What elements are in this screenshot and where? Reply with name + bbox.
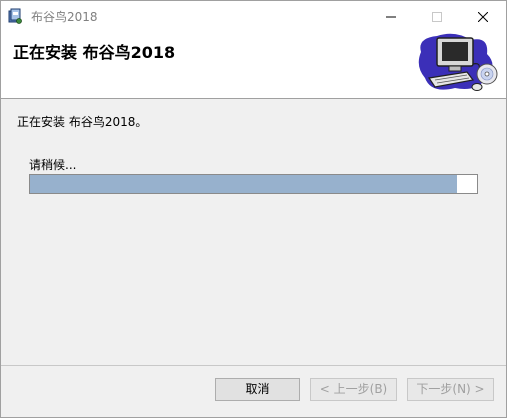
close-icon — [478, 11, 488, 22]
window-title: 布谷鸟2018 — [31, 10, 98, 24]
footer-divider — [1, 365, 506, 366]
computer-cd-icon — [418, 33, 498, 91]
install-progress-bar — [29, 174, 478, 194]
close-button[interactable] — [460, 1, 506, 32]
progress-fill — [30, 175, 457, 193]
wait-label: 请稍候... — [29, 158, 77, 172]
title-bar[interactable]: 布谷鸟2018 — [1, 1, 506, 32]
wizard-header: 正在安装 布谷鸟2018 — [1, 32, 506, 99]
minimize-button[interactable] — [368, 1, 414, 32]
maximize-icon — [432, 11, 442, 22]
minimize-icon — [386, 16, 396, 17]
installer-icon — [8, 8, 22, 24]
installer-window: 布谷鸟2018 正在安装 布谷鸟2018 正在安装 布谷鸟2018。 请稍候..… — [0, 0, 507, 418]
cancel-button[interactable]: 取消 — [215, 378, 300, 401]
status-text: 正在安装 布谷鸟2018。 — [17, 115, 148, 129]
maximize-button[interactable] — [414, 1, 460, 32]
next-button[interactable]: 下一步(N) > — [407, 378, 494, 401]
back-button[interactable]: < 上一步(B) — [310, 378, 397, 401]
page-title: 正在安装 布谷鸟2018 — [13, 43, 176, 62]
